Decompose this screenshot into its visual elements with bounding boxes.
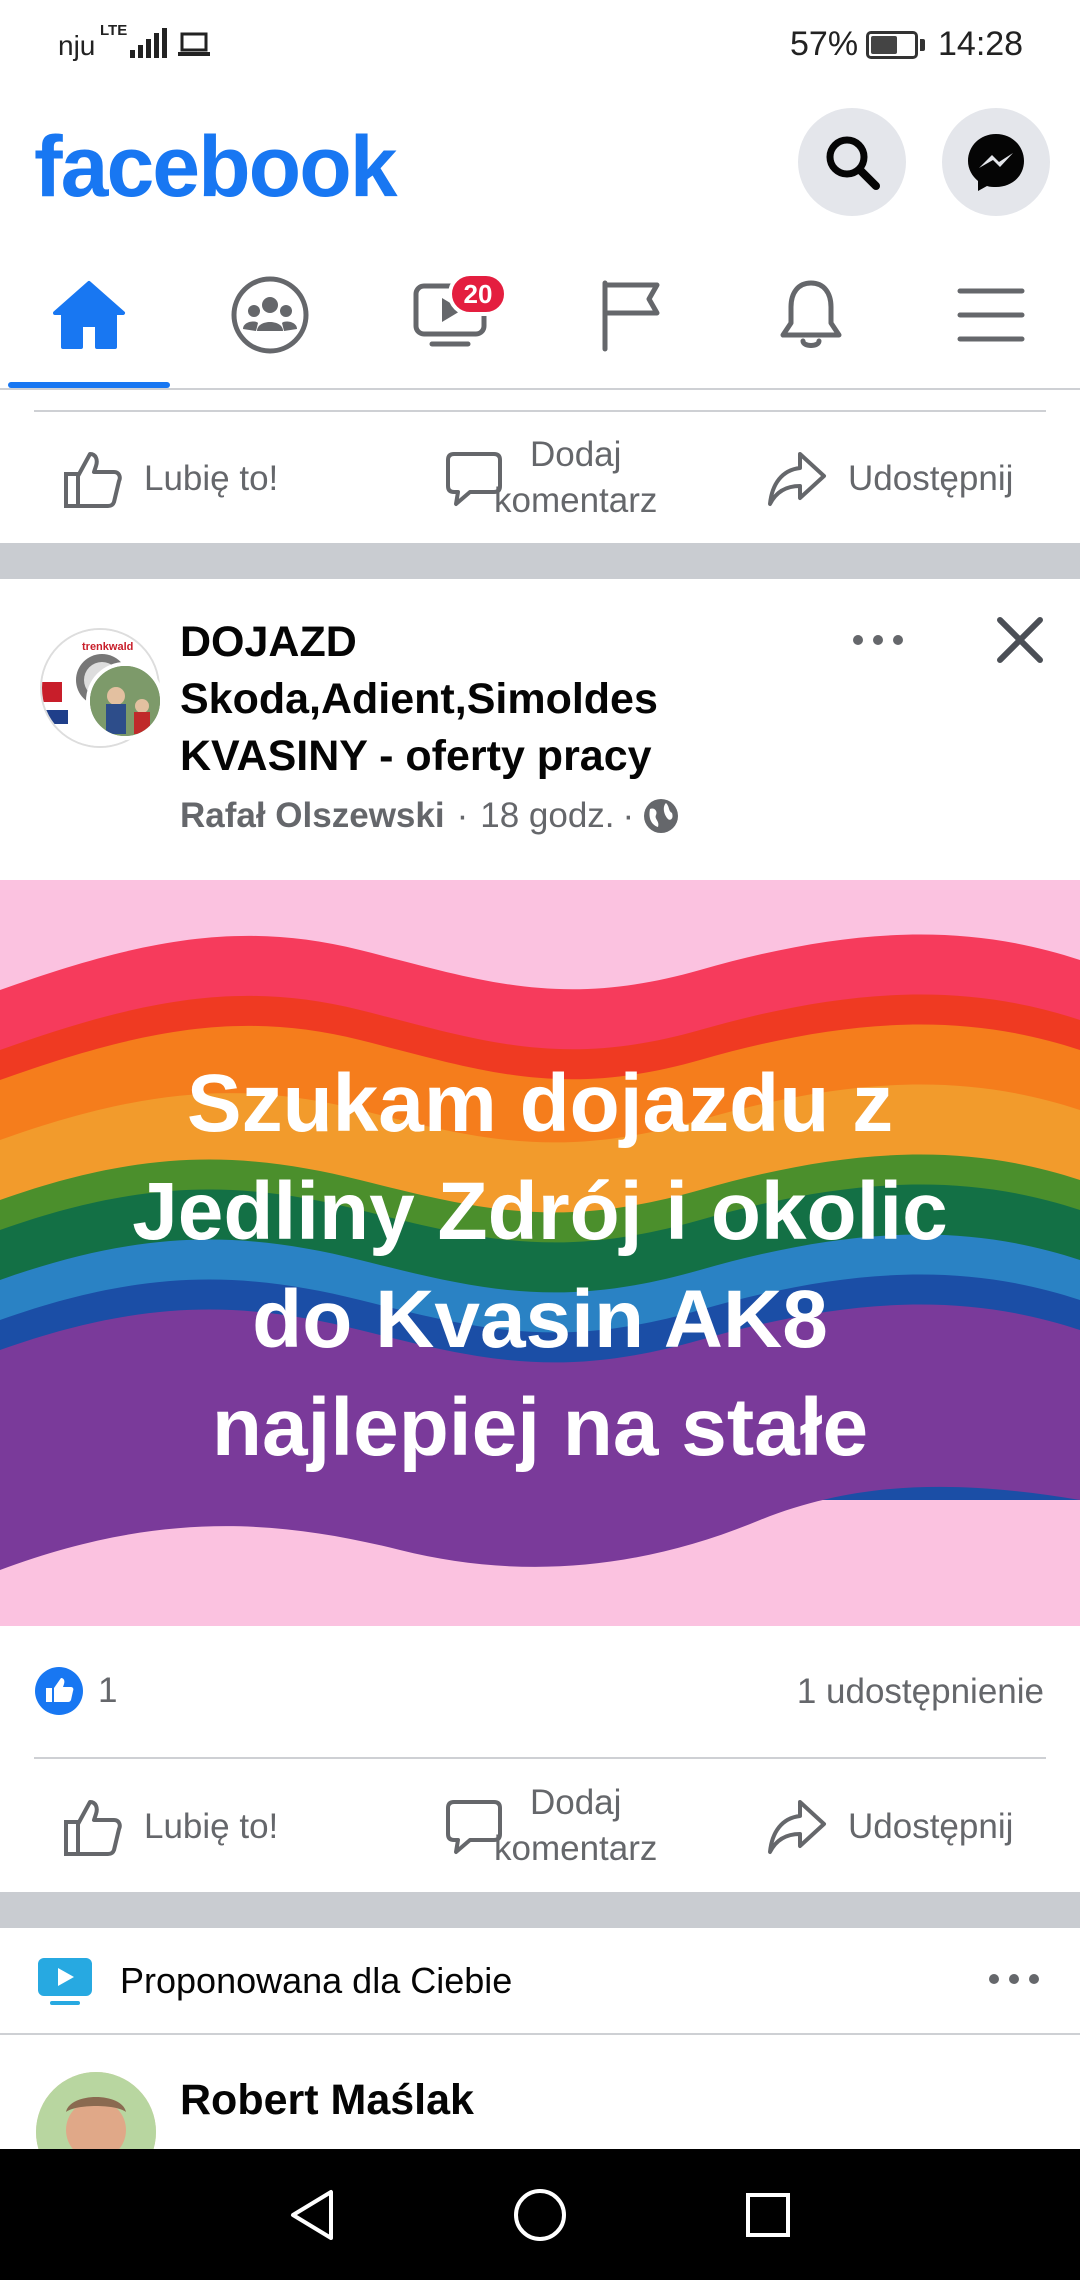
thumbs-up-icon (64, 1800, 122, 1856)
post-image[interactable]: Szukam dojazdu z Jedliny Zdrój i okolic … (0, 880, 1080, 1626)
suggested-label: Proponowana dla Ciebie (120, 1960, 513, 2001)
hamburger-icon (957, 288, 1025, 342)
messenger-icon (968, 134, 1024, 191)
comment-label: Dodaj komentarz (494, 1780, 657, 1872)
group-name-line3: KVASINY - oferty pracy (180, 732, 652, 780)
bell-icon (780, 280, 842, 348)
image-text-line: najlepiej na stałe (211, 1382, 869, 1473)
share-label: Udostępnij (848, 1807, 1014, 1846)
group-name[interactable]: DOJAZD Skoda,Adient,Simoldes KVASINY - o… (180, 614, 658, 785)
group-name-line1: DOJAZD (180, 618, 357, 666)
like-label: Lubię to! (144, 459, 279, 498)
tab-menu[interactable] (926, 265, 1056, 365)
watch-suggestion-icon (38, 1958, 92, 2005)
post-author[interactable]: Rafał Olszewski (180, 796, 445, 836)
hide-post-button[interactable] (992, 612, 1048, 668)
like-reaction-icon (35, 1667, 83, 1715)
search-icon (826, 136, 880, 190)
back-icon (291, 2190, 333, 2240)
post-meta: Rafał Olszewski · 18 godz. · (180, 796, 680, 836)
comment-button[interactable]: Dodaj komentarz (444, 432, 657, 524)
comment-label-line2: komentarz (494, 481, 658, 520)
comment-label-line1: Dodaj (529, 1783, 622, 1822)
tabs-divider (0, 388, 1080, 390)
divider (0, 2033, 1080, 2035)
flag-icon (602, 280, 660, 352)
facebook-logo[interactable]: facebook (34, 118, 398, 217)
divider (34, 410, 1046, 412)
post-options-button[interactable] (852, 620, 904, 660)
like-count: 1 (98, 1671, 118, 1710)
laptop-icon (178, 32, 210, 56)
tab-home[interactable] (24, 265, 154, 365)
globe-icon (644, 799, 679, 833)
more-icon (989, 1974, 1039, 1984)
avatar-brand-text: trenkwald (82, 641, 133, 653)
comment-button[interactable]: Dodaj komentarz (444, 1780, 657, 1872)
post-image-text: Szukam dojazdu z Jedliny Zdrój i okolic … (0, 1050, 1080, 1482)
comment-label-line2: komentarz (494, 1829, 658, 1868)
battery-percent: 57% (790, 25, 859, 63)
feed-separator (0, 1892, 1080, 1928)
home-circle-icon (514, 2189, 566, 2241)
battery-level (871, 36, 898, 54)
reactions-summary[interactable]: 1 (34, 1666, 117, 1716)
share-label: Udostępnij (848, 459, 1014, 498)
like-button[interactable]: Lubię to! (62, 1796, 278, 1858)
groups-icon (231, 276, 309, 354)
back-button[interactable] (280, 2183, 344, 2247)
author-avatar[interactable] (86, 662, 164, 740)
tab-groups[interactable] (205, 265, 335, 365)
like-button[interactable]: Lubię to! (62, 448, 278, 510)
messenger-button[interactable] (942, 108, 1050, 216)
next-post-author[interactable]: Robert Maślak (180, 2076, 474, 2125)
battery-icon (866, 31, 918, 59)
carrier-label: nju (58, 30, 96, 61)
divider (34, 1757, 1046, 1759)
post-time[interactable]: 18 godz. (480, 796, 614, 836)
share-icon (768, 1800, 826, 1854)
feed-separator (0, 543, 1080, 579)
signal-icon (130, 28, 167, 58)
network-type: LTE (100, 22, 128, 39)
home-icon (53, 281, 125, 349)
share-button[interactable]: Udostępnij (766, 1796, 1013, 1858)
image-text-line: Jedliny Zdrój i okolic (132, 1166, 948, 1257)
image-text-line: do Kvasin AK8 (252, 1274, 828, 1365)
meta-dot: · (622, 796, 635, 835)
search-button[interactable] (798, 108, 906, 216)
tab-notifications[interactable] (746, 265, 876, 365)
group-name-line2: Skoda,Adient,Simoldes (180, 675, 658, 723)
image-text-line: Szukam dojazdu z (186, 1058, 894, 1149)
system-navigation-bar (0, 2149, 1080, 2280)
more-icon (853, 635, 903, 645)
like-label: Lubię to! (144, 1807, 279, 1846)
battery-tip (920, 39, 925, 51)
comment-label-line1: Dodaj (529, 435, 622, 474)
close-icon (997, 617, 1043, 663)
home-nav-button[interactable] (508, 2183, 572, 2247)
tab-pages[interactable] (565, 265, 695, 365)
share-icon (768, 452, 826, 506)
thumbs-up-icon (64, 452, 122, 508)
clock: 14:28 (938, 25, 1024, 63)
share-count[interactable]: 1 udostępnienie (797, 1672, 1044, 1712)
share-button[interactable]: Udostępnij (766, 448, 1013, 510)
recents-button[interactable] (736, 2183, 800, 2247)
meta-dot: · (456, 796, 469, 835)
status-bar: nju LTE 57% 14:28 (0, 0, 1080, 90)
author-avatar-image (90, 666, 160, 736)
watch-notification-badge: 20 (448, 272, 508, 316)
recents-icon (746, 2193, 790, 2237)
suggested-options-button[interactable] (988, 1972, 1040, 2012)
comment-label: Dodaj komentarz (494, 432, 657, 524)
